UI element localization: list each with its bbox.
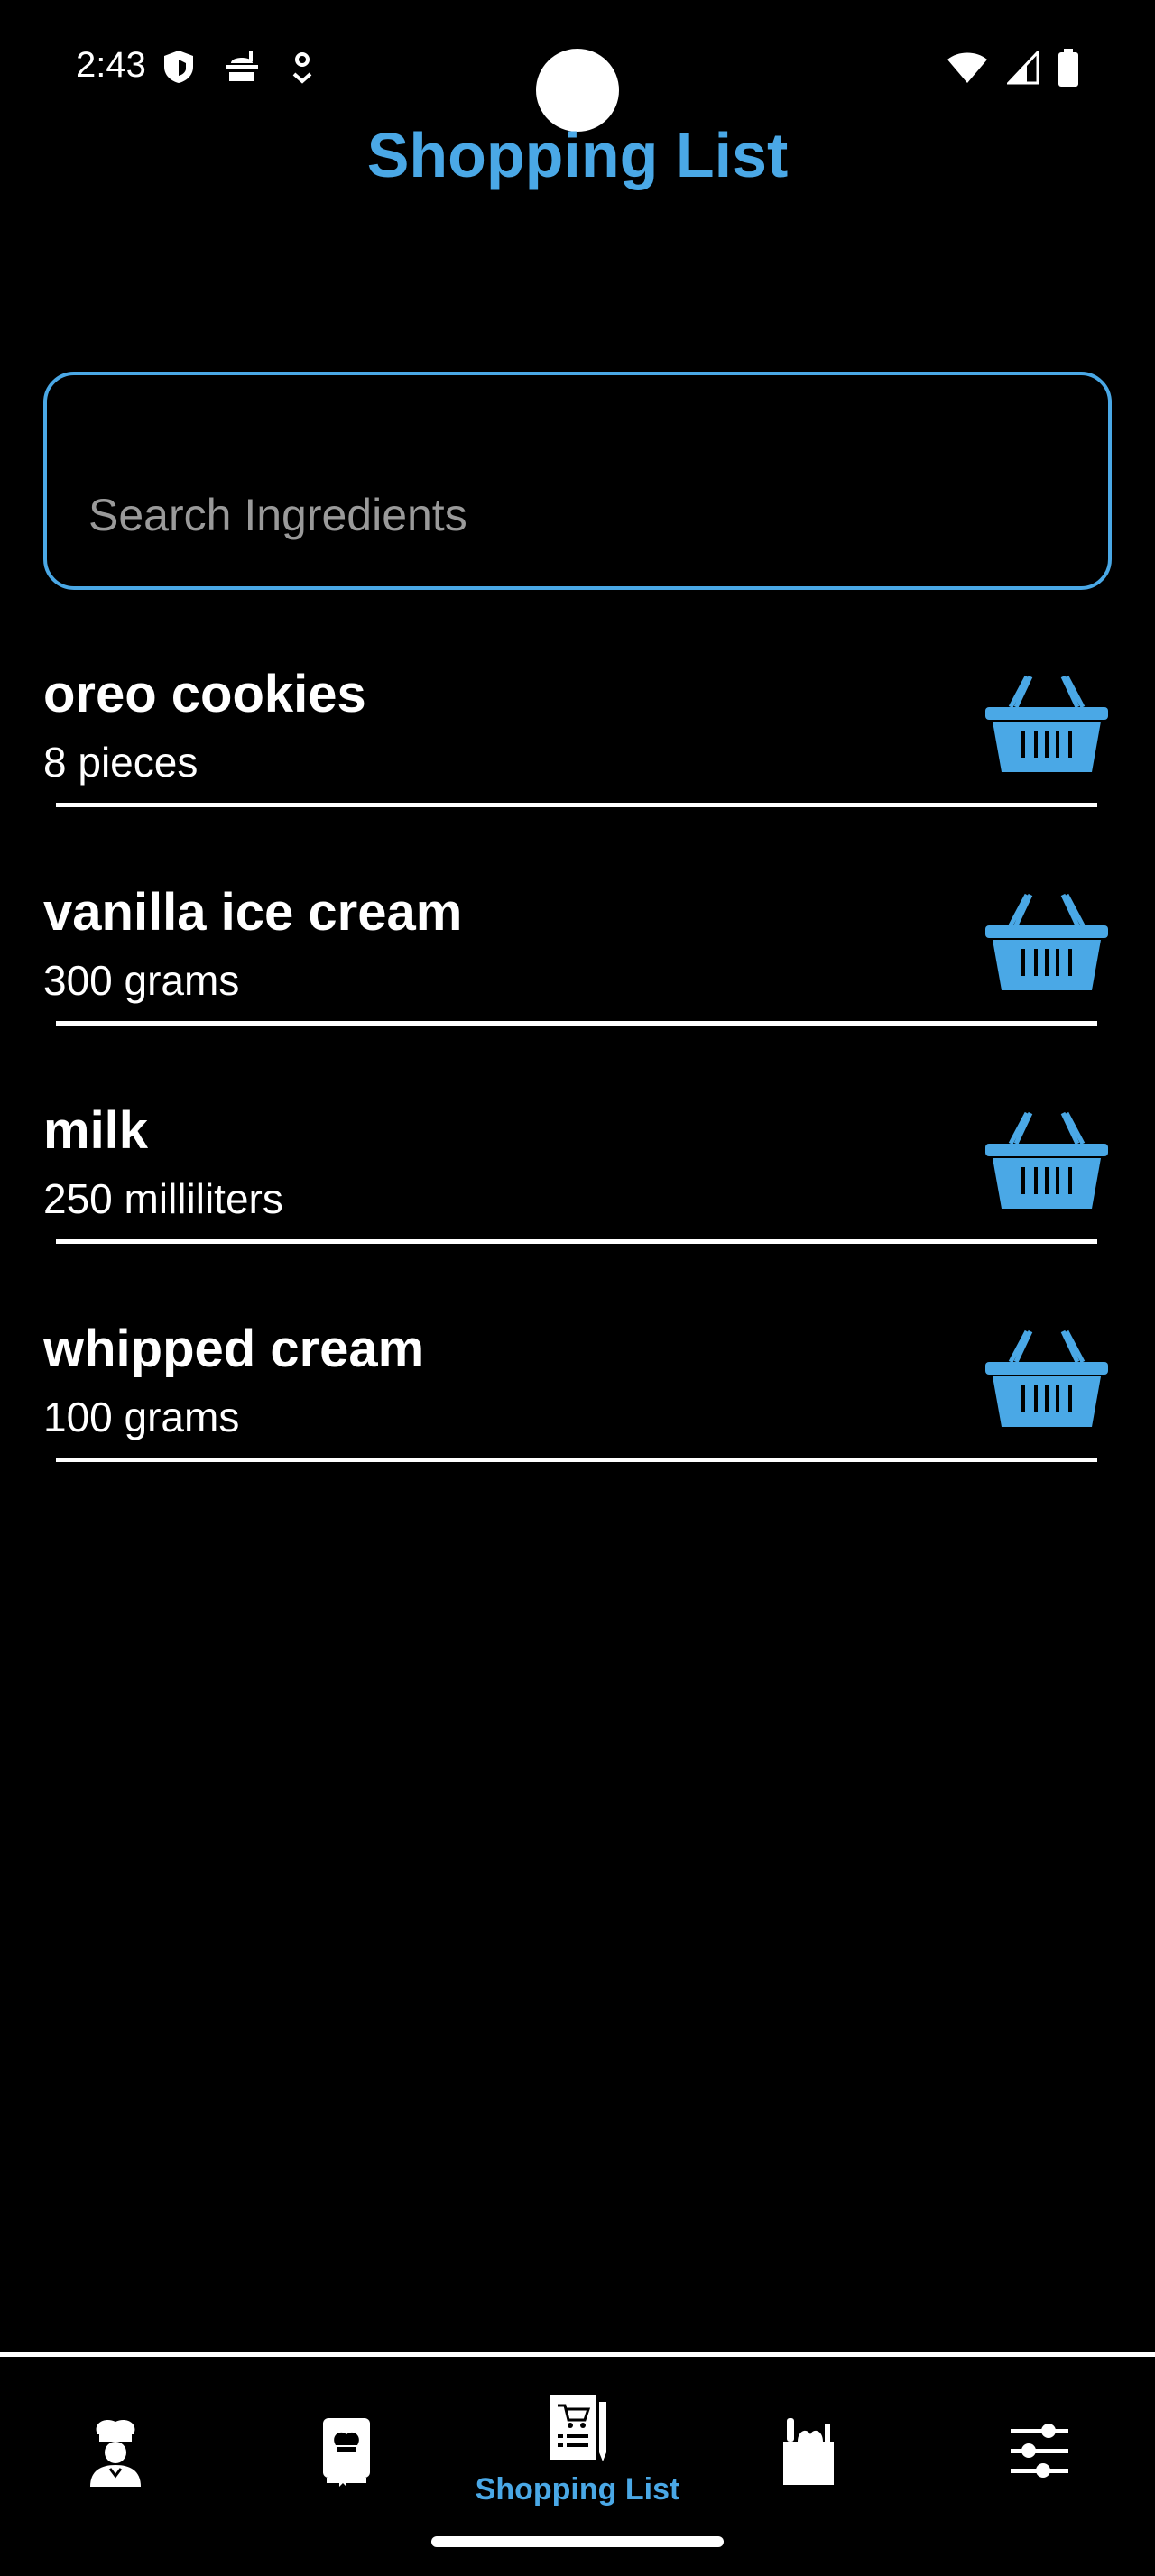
ingredient-list: oreo cookies 8 pieces vanilla ice cream …	[0, 649, 1155, 1523]
list-item[interactable]: oreo cookies 8 pieces	[0, 649, 1155, 868]
item-name: whipped cream	[43, 1320, 425, 1378]
shopping-list-icon	[550, 2395, 606, 2461]
nav-item-recipe-book[interactable]	[231, 2393, 462, 2537]
status-bar: 2:43	[0, 0, 1155, 135]
list-item[interactable]: whipped cream 100 grams	[0, 1304, 1155, 1523]
item-divider	[56, 1021, 1097, 1026]
shield-icon	[164, 51, 193, 83]
item-name: milk	[43, 1101, 149, 1160]
list-item[interactable]: milk 250 milliliters	[0, 1086, 1155, 1304]
basket-icon[interactable]	[984, 671, 1110, 779]
search-input[interactable]: Search Ingredients	[43, 372, 1112, 590]
search-placeholder: Search Ingredients	[88, 490, 467, 540]
item-quantity: 100 grams	[43, 1394, 240, 1440]
basket-icon[interactable]	[984, 1108, 1110, 1216]
wifi-icon	[947, 52, 987, 83]
nav-item-chef[interactable]	[0, 2393, 231, 2537]
chef-icon	[90, 2419, 141, 2487]
home-indicator[interactable]	[431, 2536, 724, 2547]
signal-icon	[1007, 51, 1040, 85]
item-quantity: 300 grams	[43, 957, 240, 1004]
status-time: 2:43	[76, 45, 146, 85]
tab-shopping-list-label: Shopping List	[475, 2472, 680, 2507]
basket-icon[interactable]	[984, 889, 1110, 998]
nav-item-groceries[interactable]	[693, 2393, 924, 2537]
page-title: Shopping List	[366, 120, 789, 190]
groceries-icon	[783, 2418, 834, 2485]
tab-shopping-list[interactable]: Shopping List	[462, 2393, 693, 2537]
item-divider	[56, 1458, 1097, 1462]
recipe-book-icon	[323, 2418, 370, 2487]
battery-icon	[1058, 49, 1078, 87]
food-icon	[226, 51, 258, 81]
list-item[interactable]: vanilla ice cream 300 grams	[0, 868, 1155, 1086]
basket-icon[interactable]	[984, 1326, 1110, 1434]
status-icons-left	[162, 49, 316, 85]
item-name: vanilla ice cream	[43, 883, 463, 942]
status-icons-right	[946, 49, 1079, 87]
nav-item-settings[interactable]	[924, 2393, 1155, 2537]
location-icon	[292, 52, 312, 84]
item-quantity: 250 milliliters	[43, 1175, 283, 1222]
item-name: oreo cookies	[43, 665, 366, 723]
item-divider	[56, 803, 1097, 807]
item-quantity: 8 pieces	[43, 739, 199, 786]
settings-sliders-icon	[1011, 2424, 1068, 2478]
item-divider	[56, 1239, 1097, 1244]
